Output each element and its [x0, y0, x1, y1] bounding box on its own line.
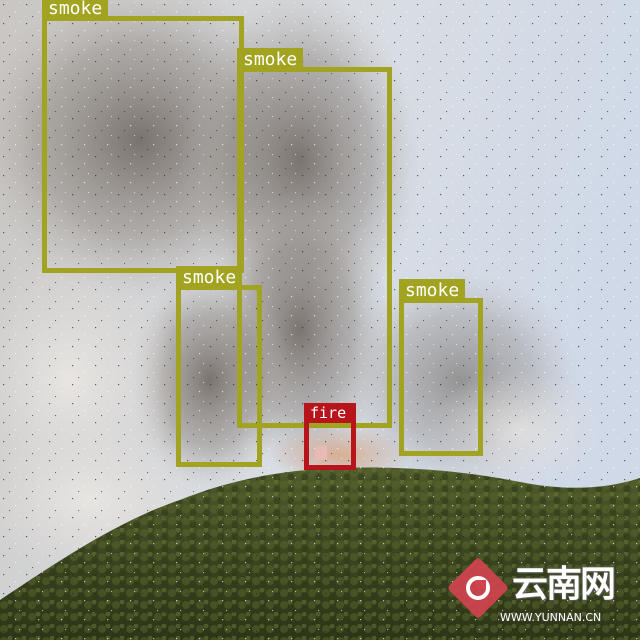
fire-region: [315, 446, 327, 460]
detection-label: smoke: [399, 279, 466, 303]
smoke-detection-box: smoke: [399, 279, 483, 456]
detection-label: fire: [304, 403, 353, 423]
watermark-url: WWW.YUNNAN.CN: [500, 611, 602, 624]
watermark-logo-text: 云南网: [512, 564, 616, 605]
fire-detection-box: fire: [304, 403, 356, 470]
smoke-detection-box: smoke: [176, 266, 262, 467]
detection-label: smoke: [176, 266, 243, 290]
detection-label: smoke: [42, 0, 109, 21]
detection-label: smoke: [237, 48, 304, 72]
smoke-detection-box: smoke: [42, 0, 244, 273]
